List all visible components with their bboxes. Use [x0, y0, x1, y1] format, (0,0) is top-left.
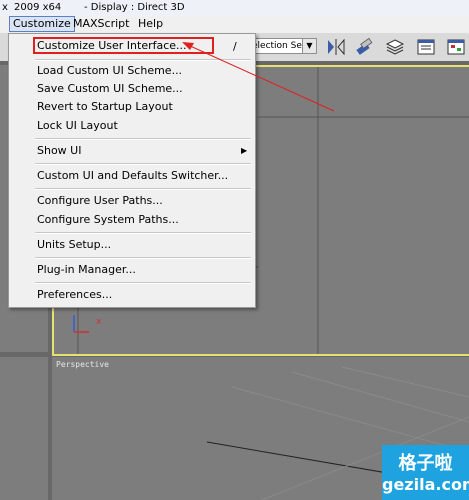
watermark-url: gezila.com — [382, 475, 469, 494]
watermark-logo: 格子啦 gezila.com — [382, 445, 469, 500]
annotation-arrow-icon — [182, 42, 335, 112]
watermark-chinese: 格子啦 — [398, 453, 453, 474]
